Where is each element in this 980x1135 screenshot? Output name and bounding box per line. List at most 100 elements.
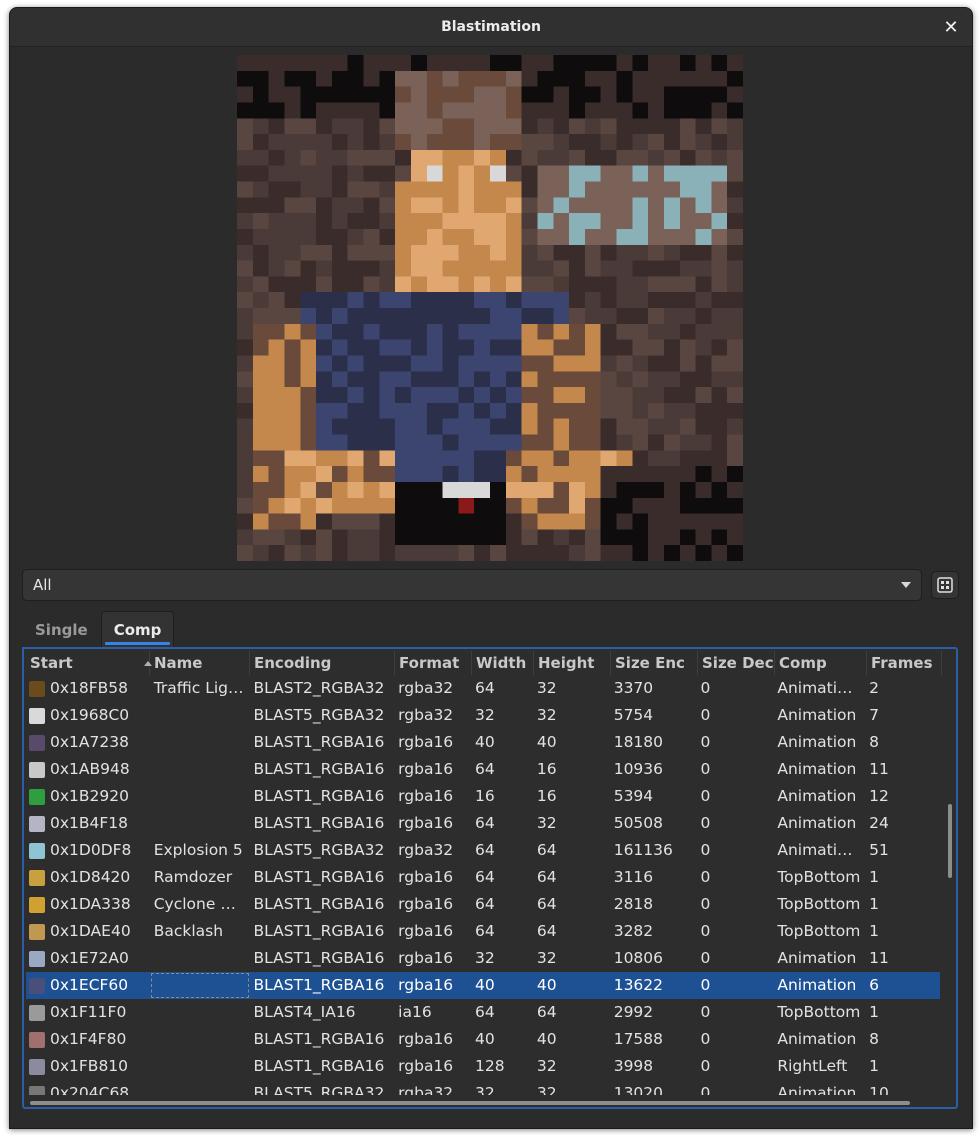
filter-dropdown[interactable]: All (22, 569, 922, 601)
cell-comp: TopBottom (777, 1003, 861, 1021)
tab-single[interactable]: Single (22, 611, 101, 647)
cell-start-text: 0x1E72A0 (50, 949, 129, 967)
cell-encoding: BLAST1_RGBA16 (253, 949, 385, 967)
cell-format: rgba16 (398, 895, 454, 913)
column-header-start[interactable]: Start (26, 651, 150, 675)
cell-frames: 7 (869, 706, 880, 724)
table-row[interactable]: 0x1AB948 BLAST1_RGBA16 rgba16 64 16 10936 0 Ani… (26, 756, 940, 783)
horizontal-scrollbar[interactable] (30, 1101, 910, 1105)
close-button[interactable]: ✕ (940, 16, 962, 38)
table-row[interactable]: 0x18FB58 Traffic Lig… BLAST2_RGBA32 rgba32 6… (26, 675, 940, 702)
column-header-format[interactable]: Format (395, 651, 472, 675)
texture-preview (237, 55, 743, 561)
cell-start: 0x1F11F0 (26, 999, 150, 1026)
column-header-size-enc[interactable]: Size Enc (611, 651, 698, 675)
cell-frames: 51 (869, 841, 889, 859)
table-row[interactable]: 0x1ECF60 BLAST1_RGBA16 rgba16 40 40 13622 0 Ani… (26, 972, 940, 999)
cell-frames: 1 (869, 922, 880, 940)
column-header-width[interactable]: Width (472, 651, 534, 675)
table-row[interactable]: 0x1DAE40 Backlash BLAST1_RGBA16 rgba16 64 64 3… (26, 918, 940, 945)
cell-width: 64 (475, 841, 495, 859)
cell-size-enc: 161136 (613, 841, 673, 859)
cell-comp: Animati… (777, 841, 853, 859)
cell-width: 64 (475, 868, 495, 886)
cell-size-dec: 0 (700, 760, 711, 778)
cell-name: Backlash (153, 922, 224, 940)
cell-height: 32 (536, 706, 557, 724)
cell-height: 64 (536, 841, 557, 859)
table-row[interactable]: 0x1FB810 BLAST1_RGBA16 rgba16 128 32 3998 0 Rig… (26, 1053, 940, 1080)
cell-frames: 11 (869, 760, 889, 778)
grid-view-button[interactable] (931, 571, 959, 599)
cell-height: 16 (536, 760, 557, 778)
cell-comp: TopBottom (777, 868, 861, 886)
cell-format: rgba32 (398, 1084, 454, 1095)
column-header-name[interactable]: Name (150, 651, 250, 675)
cell-frames: 10 (869, 1084, 889, 1095)
cell-name (150, 972, 250, 999)
cell-size-enc: 13020 (613, 1084, 664, 1095)
column-header-encoding[interactable]: Encoding (250, 651, 395, 675)
table-row[interactable]: 0x1A7238 BLAST1_RGBA16 rgba16 40 40 18180 0 Ani… (26, 729, 940, 756)
cell-encoding: BLAST2_RGBA32 (253, 679, 385, 697)
table-row[interactable]: 0x204C68 BLAST5_RGBA32 rgba32 32 32 13020 0 Ani… (26, 1080, 940, 1095)
cell-height: 64 (536, 922, 557, 940)
column-header-size-dec[interactable]: Size Dec (698, 651, 775, 675)
cell-width: 128 (475, 1057, 505, 1075)
cell-size-dec: 0 (700, 1003, 711, 1021)
cell-width: 40 (475, 733, 495, 751)
table-row[interactable]: 0x1B2920 BLAST1_RGBA16 rgba16 16 16 5394 0 Anim… (26, 783, 940, 810)
cell-start-text: 0x1B4F18 (50, 814, 129, 832)
vertical-scrollbar[interactable] (948, 804, 952, 878)
cell-start-text: 0x1B2920 (50, 787, 129, 805)
cell-format: rgba16 (398, 922, 454, 940)
cell-height: 16 (536, 787, 557, 805)
cell-encoding: BLAST1_RGBA16 (253, 868, 385, 886)
thumbnail-icon (29, 1004, 45, 1021)
cell-start: 0x1B4F18 (26, 810, 150, 837)
cell-start-text: 0x1DA338 (50, 895, 131, 913)
cell-start-text: 0x1D8420 (50, 868, 131, 886)
cell-start: 0x1A7238 (26, 729, 150, 756)
thumbnail-icon (29, 761, 45, 778)
thumbnail-icon (29, 680, 45, 697)
cell-height: 32 (536, 1057, 557, 1075)
table-row[interactable]: 0x1E72A0 BLAST1_RGBA16 rgba16 32 32 10806 0 Ani… (26, 945, 940, 972)
table-header: Start Name Encoding Format Width Height … (26, 651, 956, 675)
table-row[interactable]: 0x1D0DF8 Explosion 5 BLAST5_RGBA32 rgba32 64… (26, 837, 940, 864)
cell-start-text: 0x1F4F80 (50, 1030, 127, 1048)
cell-height: 40 (536, 733, 557, 751)
thumbnail-icon (29, 788, 45, 805)
cell-size-enc: 5394 (613, 787, 654, 805)
cell-width: 16 (475, 787, 495, 805)
cell-size-dec: 0 (700, 787, 711, 805)
cell-size-enc: 13622 (613, 976, 664, 994)
cell-name (150, 1053, 250, 1080)
cell-height: 32 (536, 949, 557, 967)
table-row[interactable]: 0x1D8420 Ramdozer BLAST1_RGBA16 rgba16 64 64 3… (26, 864, 940, 891)
cell-width: 32 (475, 1084, 495, 1095)
table-row[interactable]: 0x1F11F0 BLAST4_IA16 ia16 64 64 2992 0 TopBotto… (26, 999, 940, 1026)
column-header-comp[interactable]: Comp (775, 651, 867, 675)
table-row[interactable]: 0x1B4F18 BLAST1_RGBA16 rgba16 64 32 50508 0 Ani… (26, 810, 940, 837)
cell-frames: 8 (869, 733, 880, 751)
app-window: Blastimation ✕ All Single Comp Start Nam… (9, 7, 973, 1129)
table-row[interactable]: 0x1F4F80 BLAST1_RGBA16 rgba16 40 40 17588 0 Ani… (26, 1026, 940, 1053)
table-row[interactable]: 0x1968C0 BLAST5_RGBA32 rgba32 32 32 5754 0 Anim… (26, 702, 940, 729)
cell-start-text: 0x18FB58 (50, 679, 129, 697)
table-row[interactable]: 0x1DA338 Cyclone … BLAST1_RGBA16 rgba16 64 64… (26, 891, 940, 918)
cell-name: Cyclone … (153, 895, 236, 913)
cell-format: rgba16 (398, 787, 454, 805)
cell-encoding: BLAST1_RGBA16 (253, 1030, 385, 1048)
cell-comp: TopBottom (777, 922, 861, 940)
cell-comp: Animation (777, 814, 857, 832)
cell-name: Ramdozer (153, 868, 233, 886)
column-header-frames[interactable]: Frames (867, 651, 942, 675)
column-header-height[interactable]: Height (534, 651, 611, 675)
cell-encoding: BLAST1_RGBA16 (253, 760, 385, 778)
tab-comp[interactable]: Comp (100, 611, 175, 647)
cell-width: 32 (475, 706, 495, 724)
cell-start: 0x1968C0 (26, 702, 150, 729)
cell-name (150, 945, 250, 972)
cell-encoding: BLAST1_RGBA16 (253, 787, 385, 805)
